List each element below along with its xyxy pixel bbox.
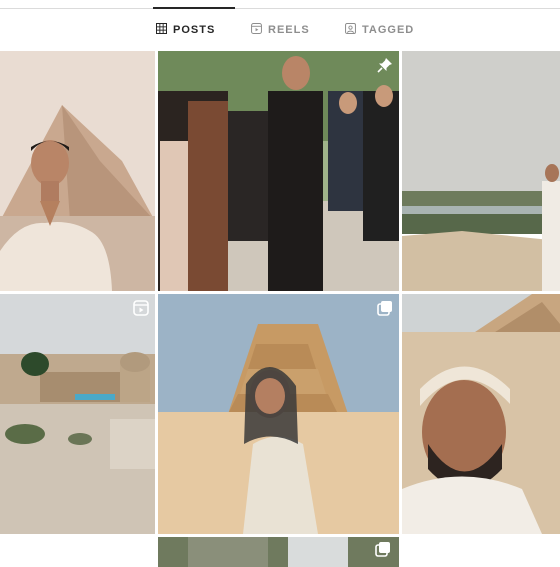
post-image (0, 51, 155, 291)
post-thumbnail[interactable] (158, 294, 399, 534)
reels-icon (251, 23, 262, 37)
carousel-icon (375, 541, 391, 557)
tab-posts[interactable]: POSTS (155, 9, 216, 51)
post-thumbnail[interactable] (0, 294, 155, 534)
tab-reels-label: REELS (268, 24, 310, 36)
tagged-icon (345, 23, 356, 37)
tab-indicator-bar (0, 0, 560, 9)
post-image (0, 294, 155, 534)
post-image (158, 537, 399, 567)
post-image (402, 537, 560, 567)
post-thumbnail[interactable] (402, 51, 560, 291)
tab-tagged[interactable]: TAGGED (345, 9, 414, 51)
post-image (0, 537, 155, 567)
post-thumbnail[interactable] (402, 537, 560, 567)
post-image (402, 294, 560, 534)
grid-icon (155, 22, 168, 37)
post-image (158, 51, 399, 291)
post-thumbnail[interactable] (402, 294, 560, 534)
tab-posts-label: POSTS (173, 24, 216, 36)
profile-tabs: POSTS REELS TAGGED (0, 9, 560, 51)
post-thumbnail[interactable] (0, 51, 155, 291)
carousel-icon (377, 300, 393, 316)
tab-tagged-label: TAGGED (362, 24, 415, 36)
post-thumbnail[interactable] (158, 537, 399, 567)
reel-icon (133, 300, 149, 316)
post-thumbnail[interactable] (0, 537, 155, 567)
post-thumbnail[interactable] (158, 51, 399, 291)
pin-icon (377, 57, 393, 73)
post-image (158, 294, 399, 534)
post-image (402, 51, 560, 291)
tab-reels[interactable]: REELS (251, 9, 310, 51)
